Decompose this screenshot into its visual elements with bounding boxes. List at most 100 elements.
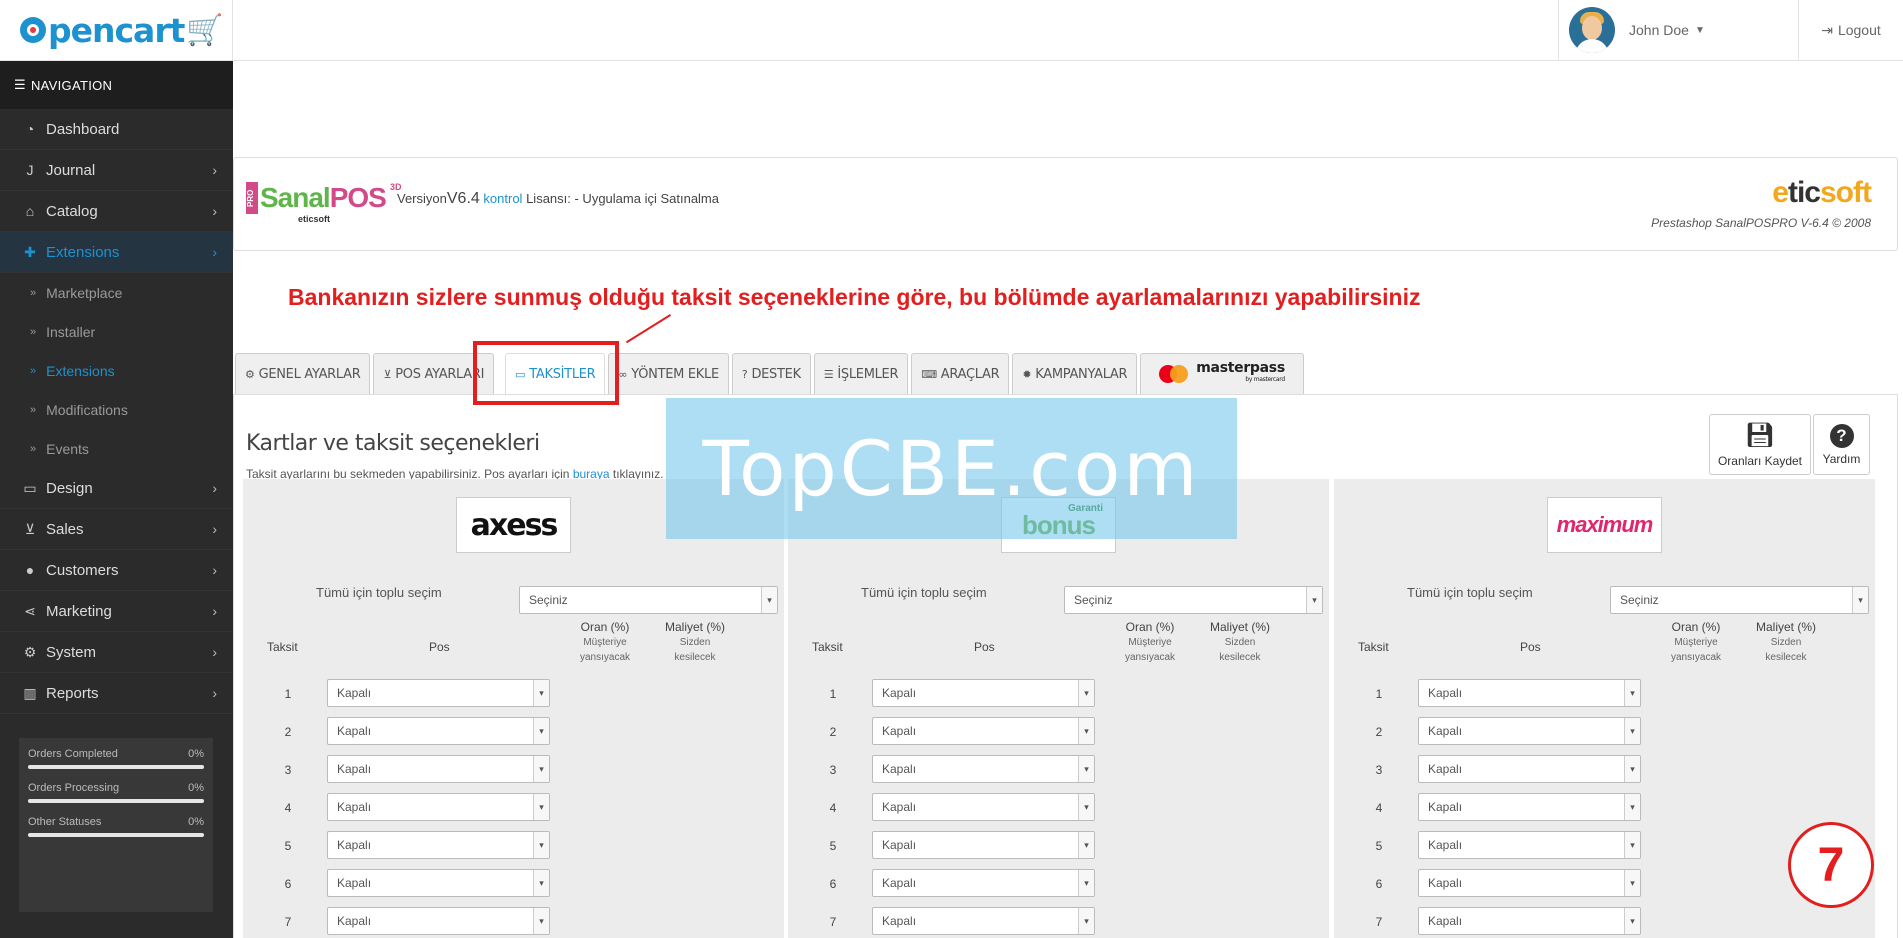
sidebar-item-catalog[interactable]: ⌂ Catalog › [0, 191, 233, 232]
chevron-right-icon: › [212, 603, 217, 619]
tag-icon: ⌂ [25, 203, 35, 219]
installment-number: 2 [284, 725, 292, 739]
navigation-toggle[interactable]: ☰ NAVIGATION [0, 61, 233, 109]
chevron-down-icon: ▾ [1624, 794, 1640, 820]
installment-pos-select[interactable]: Kapalı ▾ [872, 869, 1095, 897]
installment-pos-select[interactable]: Kapalı ▾ [327, 717, 550, 745]
monitor-icon: ▭ [23, 479, 37, 496]
badge-icon: ✹ [1022, 367, 1032, 381]
sidebar-item-reports[interactable]: ▥ Reports › [0, 673, 233, 714]
bulk-select[interactable]: Seçiniz ▾ [1610, 586, 1869, 614]
cart-icon: ⊻ [383, 367, 392, 381]
sidebar-item-design[interactable]: ▭ Design › [0, 468, 233, 509]
installment-pos-select[interactable]: Kapalı ▾ [1418, 831, 1641, 859]
sidebar-item-system[interactable]: ⚙ System › [0, 632, 233, 673]
version-check-link[interactable]: kontrol [483, 191, 522, 206]
version-info: VersiyonV6.4 kontrol Lisansı: - Uygulama… [397, 190, 719, 207]
column-header-taksit: Taksit [267, 640, 298, 654]
installment-pos-select[interactable]: Kapalı ▾ [872, 679, 1095, 707]
chevron-down-icon: ▾ [1078, 870, 1094, 896]
column-header-maliyet: Maliyet (%) Sizden kesilecek [1209, 620, 1270, 663]
sidebar-item-extensions[interactable]: ✚ Extensions › [0, 232, 233, 273]
user-icon: ● [25, 562, 35, 578]
module-tabs: ⚙ GENEL AYARLAR ⊻ POS AYARLARI ▭ TAKSİTLER … [235, 353, 1307, 395]
installment-pos-select[interactable]: Kapalı ▾ [1418, 907, 1641, 935]
sidebar-item-journal[interactable]: J Journal › [0, 150, 233, 191]
installment-number: 6 [284, 877, 292, 891]
column-header-oran: Oran (%) Müşteriye yansıyacak [1124, 620, 1176, 663]
sidebar-item-marketing[interactable]: ⋖ Marketing › [0, 591, 233, 632]
sidebar-item-label: Design [46, 479, 93, 497]
user-menu[interactable]: John Doe ▼ [1558, 0, 1798, 60]
tab-masterpass[interactable]: masterpass by mastercard [1140, 353, 1304, 394]
sidebar-subitem-modifications[interactable]: » Modifications [0, 390, 233, 429]
opencart-logo[interactable]: pencart 🛒 [0, 0, 233, 60]
save-rates-button[interactable]: 💾︎ Oranları Kaydet [1709, 414, 1811, 475]
installment-number: 5 [1375, 839, 1383, 853]
user-name: John Doe [1629, 22, 1689, 38]
installment-pos-select[interactable]: Kapalı ▾ [327, 831, 550, 859]
installment-pos-select[interactable]: Kapalı ▾ [327, 793, 550, 821]
annotation-text: Bankanızın sizlere sunmuş olduğu taksit … [288, 284, 1421, 310]
installment-pos-select[interactable]: Kapalı ▾ [872, 907, 1095, 935]
bulk-select[interactable]: Seçiniz ▾ [519, 586, 778, 614]
column-header-oran: Oran (%) Müşteriye yansıyacak [579, 620, 631, 663]
installment-pos-select[interactable]: Kapalı ▾ [872, 793, 1095, 821]
installment-pos-select[interactable]: Kapalı ▾ [327, 679, 550, 707]
chevron-down-icon: ▾ [1078, 718, 1094, 744]
column-header-taksit: Taksit [1358, 640, 1389, 654]
installment-number: 6 [1375, 877, 1383, 891]
installment-pos-select[interactable]: Kapalı ▾ [327, 907, 550, 935]
sidebar-subitem-events[interactable]: » Events [0, 429, 233, 468]
masterpass-logo: masterpass by mastercard [1159, 361, 1285, 386]
installment-pos-select[interactable]: Kapalı ▾ [1418, 717, 1641, 745]
tab-islemler[interactable]: ☰ İŞLEMLER [813, 353, 909, 394]
caret-down-icon: ▼ [1694, 24, 1705, 36]
chevron-down-icon: ▾ [761, 587, 777, 613]
cart-icon: ⊻ [24, 520, 36, 537]
sidebar-item-customers[interactable]: ● Customers › [0, 550, 233, 591]
bulk-select-label: Tümü için toplu seçim [316, 585, 442, 600]
double-chevron-icon: » [30, 325, 37, 338]
chevron-right-icon: › [212, 521, 217, 537]
installment-pos-select[interactable]: Kapalı ▾ [327, 755, 550, 783]
step-badge: 7 [1788, 822, 1874, 908]
installment-number: 6 [829, 877, 837, 891]
logout-button[interactable]: ⇥ Logout [1798, 0, 1903, 60]
sidebar-subitem-marketplace[interactable]: » Marketplace [0, 273, 233, 312]
sidebar-item-dashboard[interactable]: ◔ Dashboard [0, 109, 233, 150]
tab-kampanyalar[interactable]: ✹ KAMPANYALAR [1012, 353, 1138, 394]
help-button[interactable]: ? Yardım [1813, 414, 1870, 475]
progress-bar [28, 765, 204, 769]
installment-number: 3 [284, 763, 292, 777]
installment-pos-select[interactable]: Kapalı ▾ [872, 831, 1095, 859]
installment-pos-select[interactable]: Kapalı ▾ [1418, 679, 1641, 707]
page-title: Kartlar ve taksit seçenekleri [246, 431, 540, 456]
installment-number: 5 [284, 839, 292, 853]
vendor-caption: Prestashop SanalPOSPRO V-6.4 © 2008 [1651, 216, 1871, 230]
installment-pos-select[interactable]: Kapalı ▾ [327, 869, 550, 897]
sidebar-item-label: Customers [46, 561, 119, 579]
installment-pos-select[interactable]: Kapalı ▾ [1418, 755, 1641, 783]
tab-genel-ayarlar[interactable]: ⚙ GENEL AYARLAR [235, 353, 371, 394]
installment-pos-select[interactable]: Kapalı ▾ [872, 717, 1095, 745]
sidebar-subitem-extensions[interactable]: » Extensions [0, 351, 233, 390]
installment-pos-select[interactable]: Kapalı ▾ [1418, 869, 1641, 897]
annotation-highlight-box [473, 341, 619, 405]
installment-number: 2 [829, 725, 837, 739]
sidebar-item-label: Sales [46, 520, 84, 538]
gears-icon: ⚙ [245, 367, 255, 381]
tab-destek[interactable]: ? DESTEK [731, 353, 811, 394]
cart-logo-icon: 🛒 [186, 12, 223, 48]
nav-title: NAVIGATION [30, 77, 113, 93]
tab-araclar[interactable]: ⌨ ARAÇLAR [911, 353, 1010, 394]
installment-pos-select[interactable]: Kapalı ▾ [1418, 793, 1641, 821]
sidebar-subitem-installer[interactable]: » Installer [0, 312, 233, 351]
installment-number: 1 [1375, 687, 1383, 701]
chevron-down-icon: ▾ [1078, 794, 1094, 820]
sidebar-item-sales[interactable]: ⊻ Sales › [0, 509, 233, 550]
tab-yontem-ekle[interactable]: ∞ YÖNTEM EKLE [608, 353, 729, 394]
sidebar-item-label: Journal [46, 161, 96, 179]
bulk-select[interactable]: Seçiniz ▾ [1064, 586, 1323, 614]
installment-pos-select[interactable]: Kapalı ▾ [872, 755, 1095, 783]
